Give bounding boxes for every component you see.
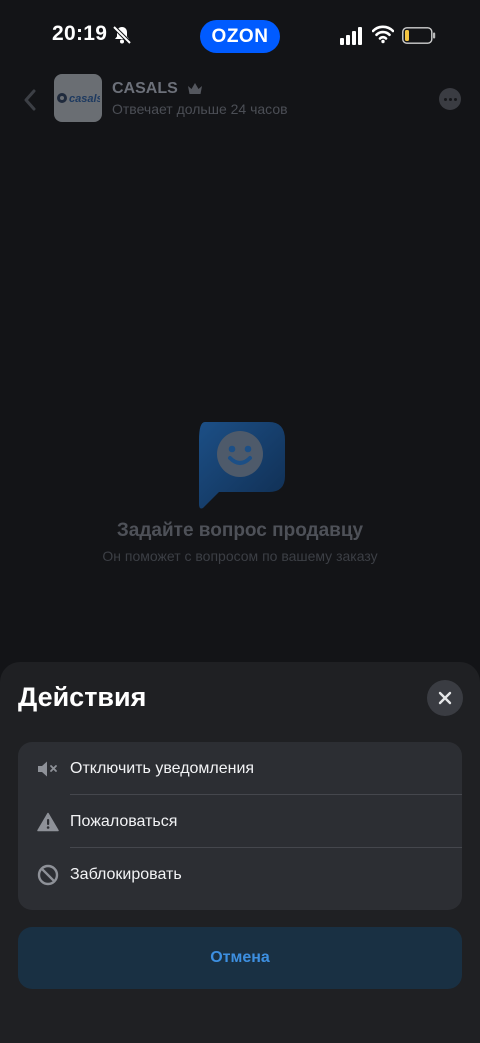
empty-state-subtitle: Он поможет с вопросом по вашему заказу	[102, 548, 378, 564]
more-icon-dot	[448, 97, 452, 101]
action-label: Отключить уведомления	[70, 759, 255, 777]
svg-text:casals: casals	[69, 93, 100, 105]
block-icon	[37, 864, 59, 886]
seller-name[interactable]: CASALS	[112, 80, 178, 98]
chat-header: casals CASALS Отвечает дольше 24 часов	[0, 72, 480, 128]
back-button[interactable]	[14, 84, 46, 116]
warning-icon	[37, 812, 59, 832]
actions-list: Отключить уведомления Пожаловаться Забло…	[18, 742, 462, 910]
bell-off-icon	[112, 25, 132, 45]
cellular-signal-icon	[340, 27, 362, 45]
battery-icon	[402, 27, 436, 44]
more-button[interactable]	[439, 88, 461, 110]
speaker-mute-icon	[38, 761, 57, 777]
cancel-button[interactable]: Отмена	[18, 927, 462, 989]
casals-logo: casals	[57, 93, 100, 105]
block-item[interactable]: Заблокировать	[18, 848, 462, 901]
seller-avatar[interactable]: casals	[54, 74, 102, 122]
actions-bottom-sheet: Действия Отключить уведомления Пожаловат…	[0, 662, 480, 1043]
mute-notifications-item[interactable]: Отключить уведомления	[18, 742, 462, 795]
empty-state-title: Задайте вопрос продавцу	[116, 520, 364, 541]
close-button[interactable]	[427, 680, 463, 716]
crown-icon	[188, 83, 202, 94]
seller-status: Отвечает дольше 24 часов	[112, 101, 288, 117]
more-icon-dot	[443, 97, 447, 101]
report-item[interactable]: Пожаловаться	[18, 795, 462, 848]
more-icon-dot	[453, 97, 457, 101]
status-time: 20:19	[52, 22, 108, 45]
status-bar: 20:19 OZON	[0, 0, 480, 72]
close-icon	[438, 691, 452, 705]
wifi-icon	[372, 25, 394, 44]
action-label: Заблокировать	[70, 865, 182, 883]
ozon-logo[interactable]: OZON	[200, 20, 280, 53]
action-label: Пожаловаться	[70, 812, 178, 830]
back-arrow-icon	[24, 89, 36, 111]
sheet-title: Действия	[18, 682, 147, 712]
smiley-chat-bubble-icon	[199, 422, 285, 509]
